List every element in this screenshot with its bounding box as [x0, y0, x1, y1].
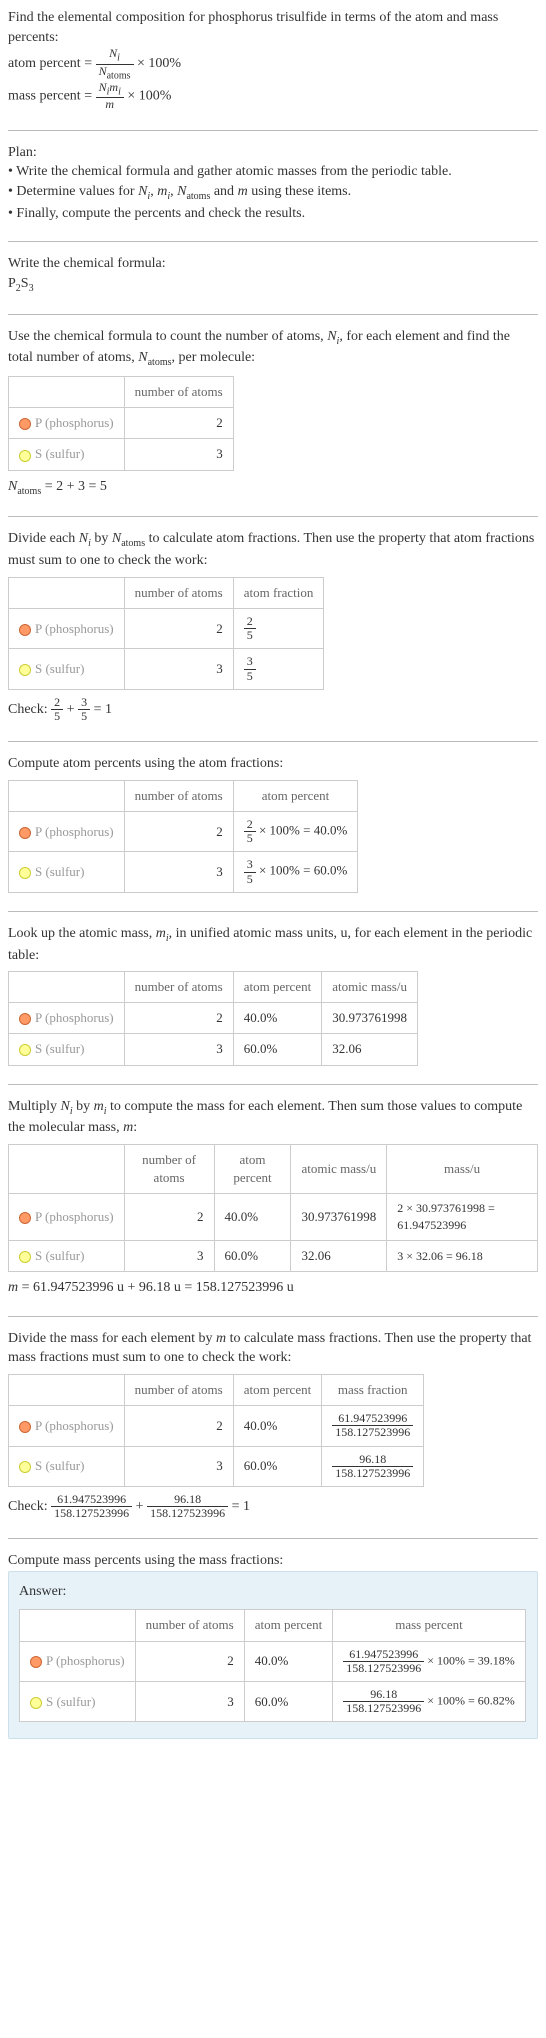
phosphorus-icon [19, 418, 31, 430]
mass-percents: Compute mass percents using the mass fra… [8, 1551, 538, 1739]
final-text: Compute mass percents using the mass fra… [8, 1551, 538, 1571]
phosphorus-icon [19, 1212, 31, 1224]
table-row: S (sulfur)360.0%32.06 [9, 1034, 418, 1065]
atomic-mass-table: number of atomsatom percentatomic mass/u… [8, 971, 418, 1066]
phosphorus-icon [19, 827, 31, 839]
mass-percent-formula: mass percent = Nimi m × 100% [8, 81, 538, 112]
atom-percent-formula: atom percent = Ni Natoms × 100% [8, 47, 538, 81]
answer-label: Answer: [19, 1582, 527, 1602]
sulfur-icon [30, 1697, 42, 1709]
table-row: P (phosphorus)240.0%61.947523996158.1275… [9, 1406, 424, 1446]
count-text: Use the chemical formula to count the nu… [8, 327, 538, 371]
table-row: S (sulfur) 3 60.0% 96.18158.127523996 × … [20, 1682, 526, 1722]
phosphorus-icon [19, 1013, 31, 1025]
table-row: S (sulfur)3 [9, 439, 234, 470]
mass-calc-text: Multiply Ni by mi to compute the mass fo… [8, 1097, 538, 1138]
sulfur-icon [19, 867, 31, 879]
divider [8, 911, 538, 912]
table-row: P (phosphorus)240.0%30.973761998 [9, 1003, 418, 1034]
chemical-formula: Write the chemical formula: P2S3 [8, 254, 538, 295]
table-row: S (sulfur)360.0%96.18158.127523996 [9, 1446, 424, 1486]
intro-text: Find the elemental composition for phosp… [8, 8, 538, 47]
table-row: P (phosphorus)225 × 100% = 40.0% [9, 811, 358, 851]
answer-table: number of atomsatom percentmass percent … [19, 1609, 526, 1722]
divider [8, 1538, 538, 1539]
divider [8, 516, 538, 517]
divider [8, 1084, 538, 1085]
phosphorus-icon [19, 1421, 31, 1433]
divider [8, 741, 538, 742]
divider [8, 1316, 538, 1317]
phosphorus-icon [19, 624, 31, 636]
atom-pct-table: number of atomsatom percent P (phosphoru… [8, 780, 358, 893]
fractions-check: Check: 25 + 35 = 1 [8, 696, 538, 723]
m-eq: m = 61.947523996 u + 96.18 u = 158.12752… [8, 1278, 538, 1298]
atom-fractions: Divide each Ni by Natoms to calculate at… [8, 529, 538, 723]
mass-calc-table: number of atomsatom percentatomic mass/u… [8, 1144, 538, 1272]
plan-b1: • Write the chemical formula and gather … [8, 162, 538, 182]
phosphorus-icon [30, 1656, 42, 1668]
mass-fractions: Divide the mass for each element by m to… [8, 1329, 538, 1521]
sulfur-icon [19, 1044, 31, 1056]
atomic-mass-text: Look up the atomic mass, mi, in unified … [8, 924, 538, 965]
table-row: S (sulfur)335 × 100% = 60.0% [9, 852, 358, 892]
atom-pct-text: Compute atom percents using the atom fra… [8, 754, 538, 774]
plan-b3: • Finally, compute the percents and chec… [8, 204, 538, 224]
divider [8, 130, 538, 131]
mass-frac-check: Check: 61.947523996158.127523996 + 96.18… [8, 1493, 538, 1520]
table-row: P (phosphorus) 2 40.0% 61.947523996158.1… [20, 1641, 526, 1681]
table-row: P (phosphorus)240.0%30.9737619982 × 30.9… [9, 1194, 538, 1241]
mass-calc: Multiply Ni by mi to compute the mass fo… [8, 1097, 538, 1298]
table-row: P (phosphorus)225 [9, 609, 324, 649]
divider [8, 314, 538, 315]
count-table: number of atoms P (phosphorus)2 S (sulfu… [8, 376, 234, 471]
formula-value: P2S3 [8, 274, 538, 296]
count-atoms: Use the chemical formula to count the nu… [8, 327, 538, 499]
atomic-mass: Look up the atomic mass, mi, in unified … [8, 924, 538, 1066]
plan: Plan: • Write the chemical formula and g… [8, 143, 538, 224]
atom-percents: Compute atom percents using the atom fra… [8, 754, 538, 893]
sulfur-icon [19, 450, 31, 462]
mass-frac-table: number of atomsatom percentmass fraction… [8, 1374, 424, 1487]
intro: Find the elemental composition for phosp… [8, 8, 538, 112]
answer-box: Answer: number of atomsatom percentmass … [8, 1571, 538, 1740]
natoms-eq: Natoms = 2 + 3 = 5 [8, 477, 538, 499]
formula-heading: Write the chemical formula: [8, 254, 538, 274]
mass-frac-text: Divide the mass for each element by m to… [8, 1329, 538, 1368]
table-row: P (phosphorus)2 [9, 408, 234, 439]
plan-heading: Plan: [8, 143, 538, 163]
table-row: S (sulfur)360.0%32.063 × 32.06 = 96.18 [9, 1241, 538, 1272]
divider [8, 241, 538, 242]
sulfur-icon [19, 1461, 31, 1473]
sulfur-icon [19, 664, 31, 676]
fractions-text: Divide each Ni by Natoms to calculate at… [8, 529, 538, 570]
sulfur-icon [19, 1251, 31, 1263]
plan-b2: • Determine values for Ni, mi, Natoms an… [8, 182, 538, 204]
table-row: S (sulfur)335 [9, 649, 324, 689]
fractions-table: number of atomsatom fraction P (phosphor… [8, 577, 324, 690]
